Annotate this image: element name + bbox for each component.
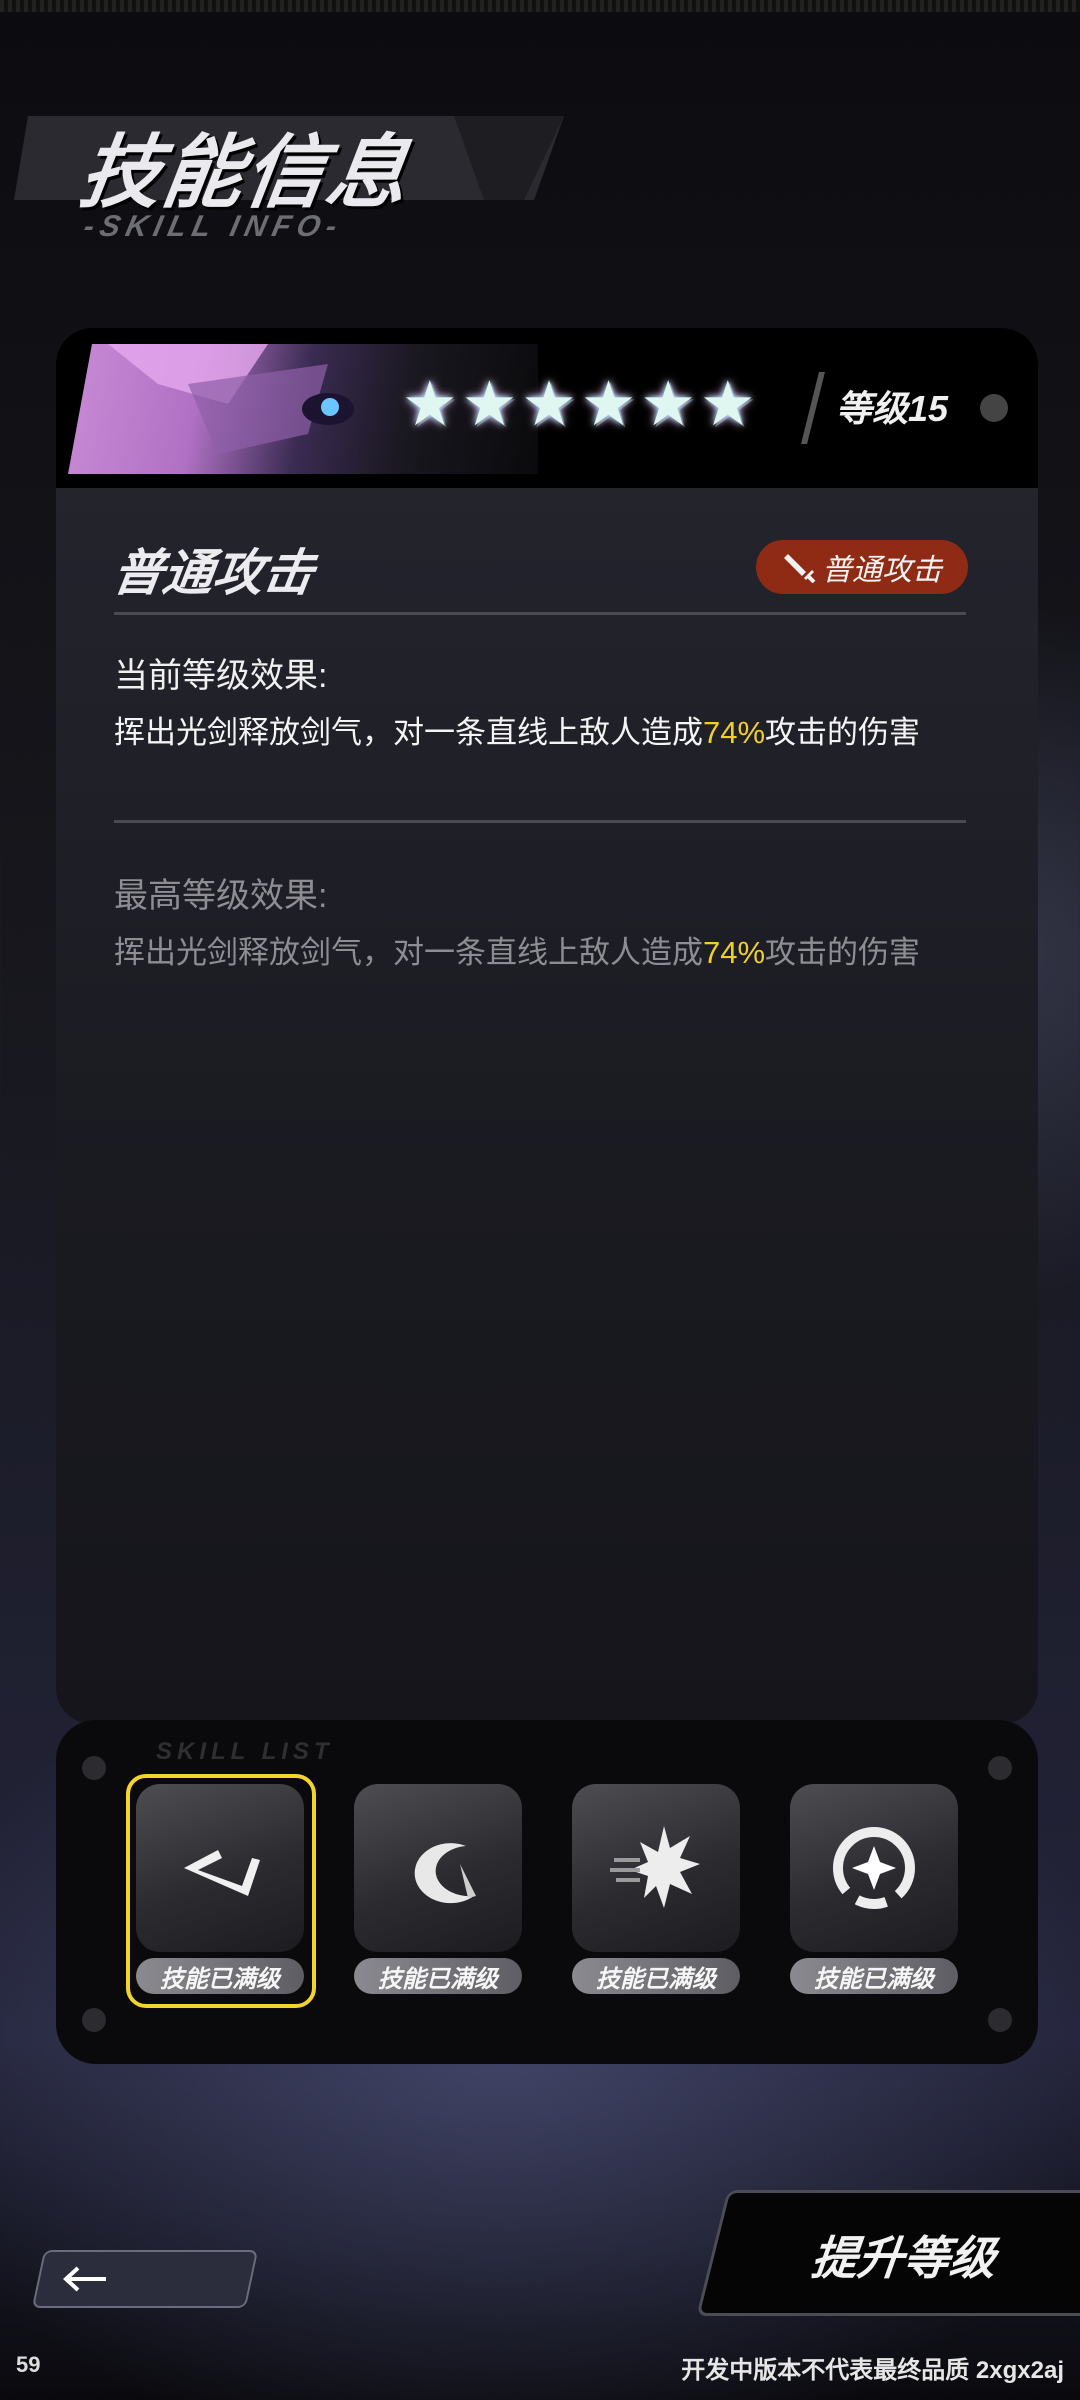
level-divider: [801, 372, 825, 444]
panel-dot: [82, 2008, 106, 2032]
effect-highlight: 74%: [703, 935, 766, 970]
skill-type-badge: 普通攻击: [756, 540, 968, 594]
star-icon: ★: [461, 370, 518, 439]
dev-build-notice: 开发中版本不代表最终品质 2xgx2aj: [681, 2357, 1064, 2384]
effect-highlight: 74%: [703, 715, 766, 750]
skill-slot-2[interactable]: 技能已满级: [354, 1784, 522, 2006]
back-button[interactable]: [31, 2250, 259, 2308]
star-icon: ★: [521, 370, 577, 439]
skill-type-label: 普通攻击: [822, 554, 942, 587]
skill-list-panel: SKILL LIST 技能已满级 技能已满级 技能已满级 技能已满级: [56, 1720, 1038, 2064]
star-icon: ★: [402, 370, 458, 439]
upgrade-level-label: 提升等级: [808, 2232, 999, 2284]
rarity-stars: ★ ★ ★ ★ ★ ★: [402, 374, 756, 436]
arrow-left-icon: [63, 2266, 106, 2292]
skill-maxed-label: 技能已满级: [790, 1958, 958, 1994]
panel-dot: [82, 1756, 106, 1780]
star-icon: ★: [580, 370, 637, 439]
page-subtitle: -SKILL INFO-: [80, 210, 346, 243]
star-icon: ★: [640, 370, 696, 439]
skill-maxed-label: 技能已满级: [572, 1958, 740, 1994]
skill-list-label: SKILL LIST: [156, 1738, 334, 1765]
skill-slot-3[interactable]: 技能已满级: [572, 1784, 740, 2006]
skill-slot-4[interactable]: 技能已满级: [790, 1784, 958, 2006]
star-icon: ★: [699, 370, 756, 439]
max-level-effect: 挥出光剑释放剑气，对一条直线上敌人造成74%攻击的伤害: [114, 935, 921, 970]
current-level-title: 当前等级效果:: [114, 657, 328, 695]
max-level-title: 最高等级效果:: [114, 877, 328, 915]
page-title: 技能信息: [74, 128, 416, 217]
section-divider: [114, 612, 966, 615]
section-divider: [114, 820, 966, 823]
fps-counter: 59: [16, 2352, 41, 2377]
panel-dot: [988, 1756, 1012, 1780]
header-dot: [980, 394, 1008, 422]
current-level-effect: 挥出光剑释放剑气，对一条直线上敌人造成74%攻击的伤害: [114, 715, 921, 750]
top-edge-strip: [0, 0, 1080, 12]
sword-icon: [784, 554, 816, 584]
crescent-icon: [414, 1843, 476, 1904]
skill-name: 普通攻击: [109, 545, 318, 601]
skill-maxed-label: 技能已满级: [354, 1958, 522, 1994]
panel-dot: [988, 2008, 1012, 2032]
card-header: ★ ★ ★ ★ ★ ★ 等级15: [56, 328, 1038, 488]
skill-level: 等级15: [836, 388, 949, 429]
skill-maxed-label: 技能已满级: [136, 1958, 304, 1994]
skill-slot-1[interactable]: 技能已满级: [126, 1774, 316, 2008]
target-icon: [833, 1827, 915, 1909]
skill-detail-card: ★ ★ ★ ★ ★ ★ 等级15 普通攻击 普通攻击 当前等级效果: 挥出光剑释…: [56, 328, 1038, 1724]
slash-icon: [184, 1850, 260, 1896]
burst-icon: [610, 1826, 700, 1908]
